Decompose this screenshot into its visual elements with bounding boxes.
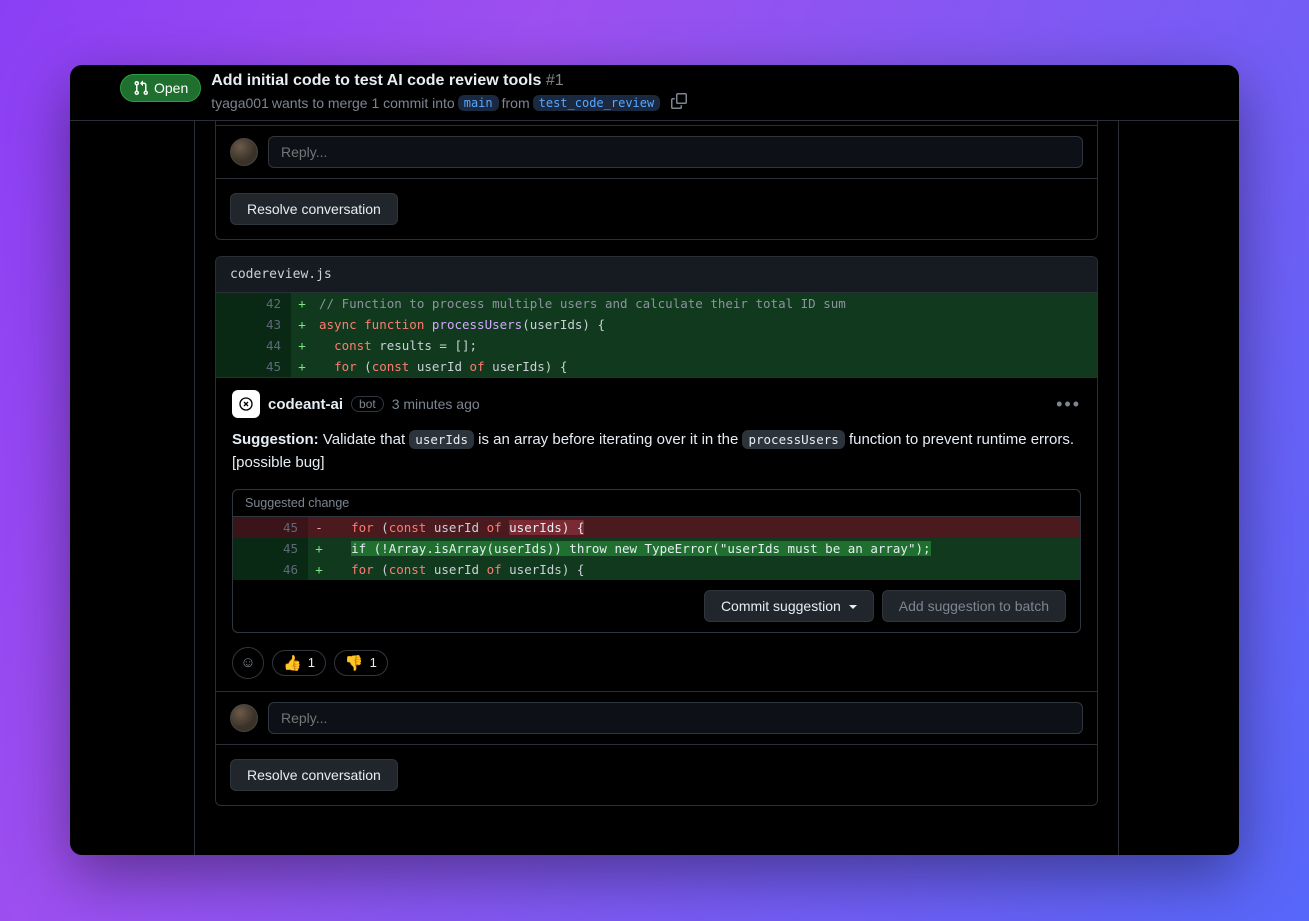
copy-icon[interactable] [671,93,687,112]
pr-state-text: Open [154,80,188,96]
code-review-panel: codereview.js 42+// Function to process … [215,256,1098,806]
bot-icon [238,396,254,412]
avatar[interactable] [230,138,258,166]
commit-suggestion-button[interactable]: Commit suggestion [704,590,874,622]
reply-row-2 [216,691,1097,744]
pr-author[interactable]: tyaga001 [211,95,269,111]
diff-line: 43+async function processUsers(userIds) … [216,314,1097,335]
inline-code: processUsers [742,430,844,449]
review-comment: codeant-ai bot 3 minutes ago ••• Suggest… [216,377,1097,691]
pr-merge-text-2: from [502,95,530,111]
pr-heading: Add initial code to test AI code review … [211,72,687,112]
comment-menu-icon[interactable]: ••• [1056,394,1081,415]
inline-code: userIds [409,430,474,449]
pr-merge-text-1: wants to merge 1 commit into [272,95,455,111]
suggestion-box: Suggested change 45- for (const userId o… [232,489,1081,633]
base-branch[interactable]: main [458,95,499,111]
resolve-conversation-button-1[interactable]: Resolve conversation [230,193,398,225]
diff-line: 42+// Function to process multiple users… [216,293,1097,314]
resolve-conversation-button-2[interactable]: Resolve conversation [230,759,398,791]
app-window: Open Add initial code to test AI code re… [70,65,1239,855]
reply-input-1[interactable] [268,136,1083,168]
diff-line: 44+ const results = []; [216,335,1097,356]
reply-row-1 [216,125,1097,178]
file-name: codereview.js [216,257,1097,293]
conversation-main: Resolve conversation codereview.js 42+//… [195,121,1119,855]
conversation-panel-1: Resolve conversation [215,121,1098,240]
suggestion-header: Suggested change [233,490,1080,517]
pr-title-text: Add initial code to test AI code review … [211,72,541,89]
code-diff: 42+// Function to process multiple users… [216,293,1097,377]
comment-author[interactable]: codeant-ai [268,396,343,413]
right-gutter [1119,121,1239,855]
bot-avatar[interactable] [232,390,260,418]
diff-line-deleted: 45- for (const userId of userIds) { [233,517,1080,538]
pr-number: #1 [546,72,564,89]
head-branch[interactable]: test_code_review [533,95,661,111]
diff-line: 45+ for (const userId of userIds) { [216,356,1097,377]
git-pr-icon [133,80,149,96]
reactions: ☺ 👍1 👎1 [232,647,1081,679]
reply-input-2[interactable] [268,702,1083,734]
bot-label: bot [351,396,384,412]
pr-state-badge: Open [120,74,201,102]
add-reaction-button[interactable]: ☺ [232,647,264,679]
left-gutter [70,121,195,855]
reaction-thumbs-up[interactable]: 👍1 [272,650,326,676]
comment-time: 3 minutes ago [392,396,480,412]
reaction-thumbs-down[interactable]: 👎1 [334,650,388,676]
pr-header: Open Add initial code to test AI code re… [70,65,1239,121]
add-suggestion-batch-button[interactable]: Add suggestion to batch [882,590,1066,622]
diff-line-added: 45+ if (!Array.isArray(userIds)) throw n… [233,538,1080,559]
diff-line-added: 46+ for (const userId of userIds) { [233,559,1080,580]
avatar[interactable] [230,704,258,732]
comment-text: Suggestion: Validate that userIds is an … [232,428,1081,475]
